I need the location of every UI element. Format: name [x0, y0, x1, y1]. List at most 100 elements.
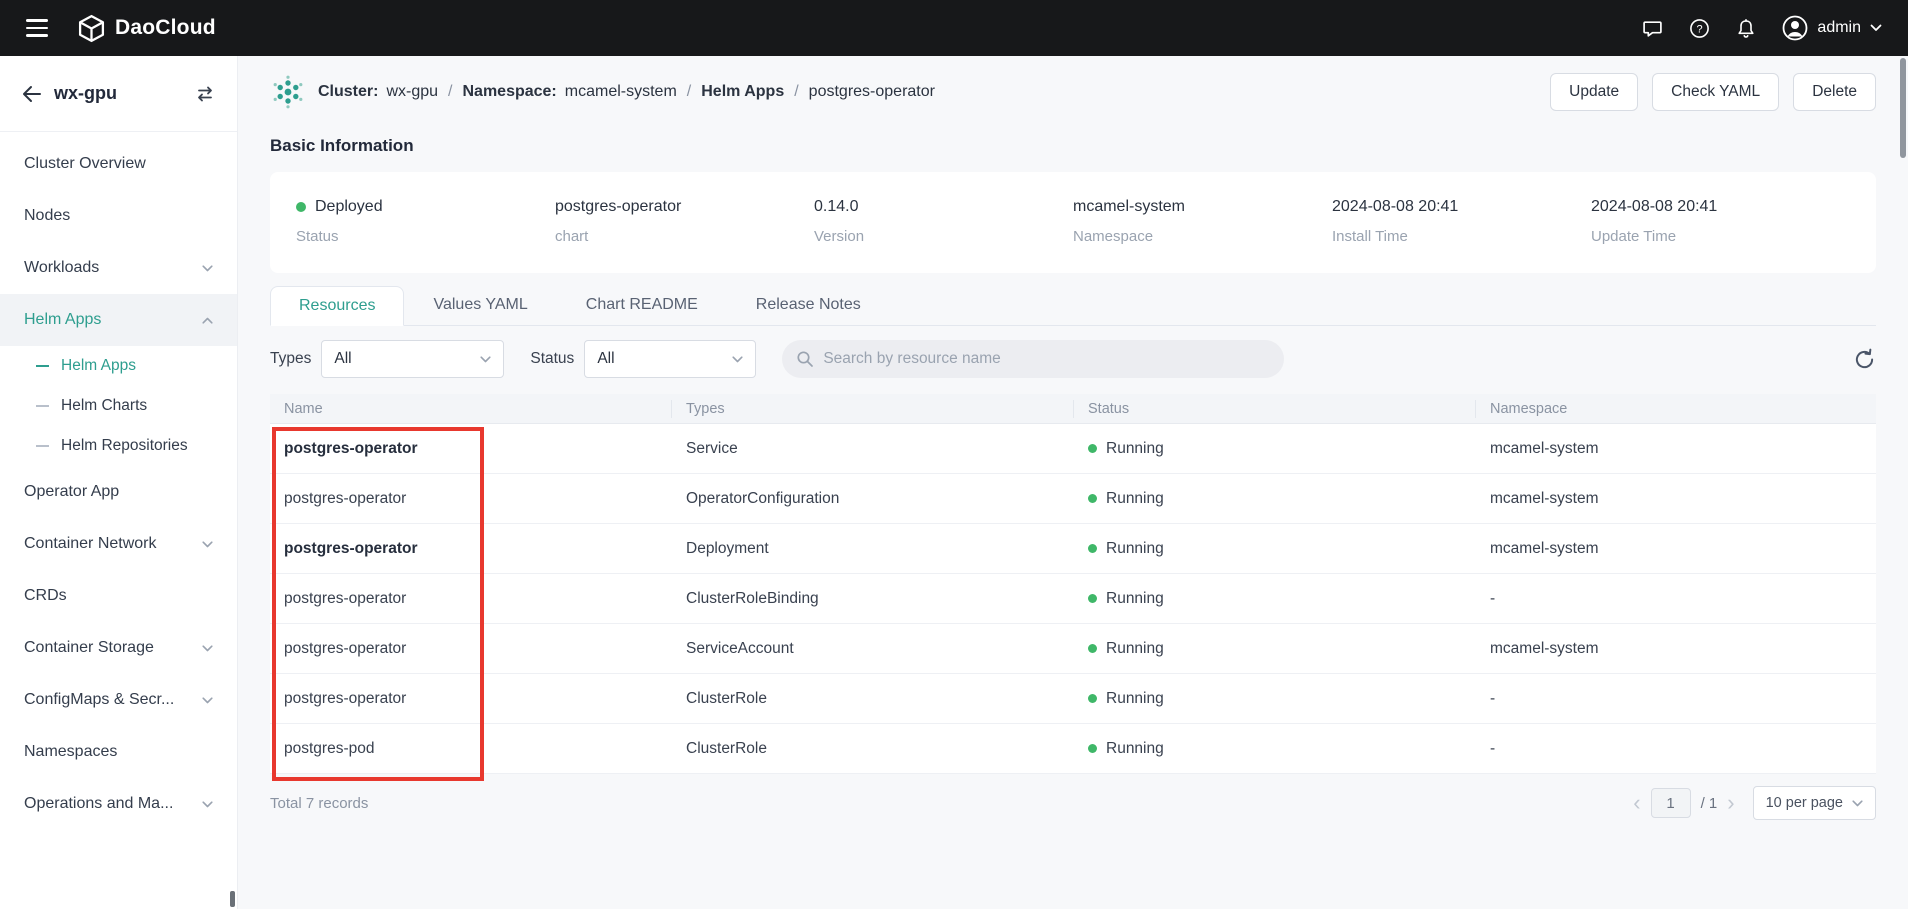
delete-button[interactable]: Delete — [1793, 73, 1876, 111]
table-row: postgres-operator ServiceAccount Running… — [270, 624, 1876, 674]
info-label: Status — [296, 228, 555, 245]
chevron-down-icon — [202, 645, 213, 652]
svg-text:?: ? — [1697, 23, 1703, 35]
cell-type: Service — [672, 440, 1074, 458]
breadcrumb-cluster-value[interactable]: wx-gpu — [386, 83, 438, 101]
menu-icon[interactable] — [26, 19, 48, 37]
info-field-version: 0.14.0 Version — [814, 198, 1073, 245]
tab-chart-readme[interactable]: Chart README — [557, 285, 727, 325]
chevron-down-icon — [480, 356, 491, 363]
status-text: Running — [1106, 640, 1164, 658]
sidebar-item-label: Workloads — [24, 259, 202, 277]
chat-icon[interactable] — [1642, 18, 1663, 39]
sidebar-header: wx-gpu — [0, 56, 237, 132]
sidebar-item-label: Operations and Ma... — [24, 795, 202, 813]
page-prev-icon[interactable]: ‹ — [1633, 792, 1640, 814]
topbar-right: ? admin — [1642, 15, 1882, 41]
cell-namespace: mcamel-system — [1476, 640, 1876, 658]
cell-status: Running — [1074, 490, 1476, 508]
page-scrollbar-thumb[interactable] — [1900, 58, 1906, 158]
tab-release-notes[interactable]: Release Notes — [727, 285, 890, 325]
topbar: DaoCloud ? — [0, 0, 1908, 56]
breadcrumb-separator: / — [448, 83, 452, 101]
sidebar-item-namespaces[interactable]: Namespaces — [0, 726, 237, 778]
sidebar-item-helm-apps[interactable]: Helm Apps — [0, 294, 237, 346]
sidebar-item-container-network[interactable]: Container Network — [0, 518, 237, 570]
tab-values-yaml[interactable]: Values YAML — [404, 285, 556, 325]
chevron-down-icon — [202, 541, 213, 548]
sidebar-item-operator-app[interactable]: Operator App — [0, 466, 237, 518]
sidebar-item-label: ConfigMaps & Secr... — [24, 691, 202, 709]
info-label: Update Time — [1591, 228, 1850, 245]
search-input[interactable] — [823, 350, 1270, 368]
info-field-update-time: 2024-08-08 20:41 Update Time — [1591, 198, 1850, 245]
check-yaml-button[interactable]: Check YAML — [1652, 73, 1779, 111]
cluster-icon — [270, 74, 306, 110]
brand[interactable]: DaoCloud — [78, 14, 216, 43]
breadcrumb-cluster-label: Cluster: — [318, 83, 378, 101]
tab-bar: Resources Values YAML Chart README Relea… — [270, 285, 1876, 326]
search-icon — [796, 350, 814, 368]
table-header: Name Types Status Namespace — [270, 394, 1876, 424]
info-label: chart — [555, 228, 814, 245]
chevron-down-icon — [1852, 800, 1863, 807]
search-box — [782, 340, 1284, 378]
cell-namespace: mcamel-system — [1476, 440, 1876, 458]
user-avatar-icon — [1782, 15, 1808, 41]
switch-cluster-icon[interactable] — [195, 85, 215, 103]
user-menu[interactable]: admin — [1782, 15, 1882, 41]
sidebar-item-workloads[interactable]: Workloads — [0, 242, 237, 294]
info-field-status: Deployed Status — [296, 198, 555, 245]
page-number-input[interactable] — [1651, 788, 1691, 818]
table-row: postgres-operator ClusterRoleBinding Run… — [270, 574, 1876, 624]
brand-name: DaoCloud — [115, 16, 216, 40]
status-dot — [1088, 694, 1097, 703]
per-page-select[interactable]: 10 per page — [1753, 786, 1876, 820]
cell-status: Running — [1074, 590, 1476, 608]
info-value: Deployed — [296, 198, 555, 216]
sidebar-item-crds[interactable]: CRDs — [0, 570, 237, 622]
column-header-status: Status — [1074, 400, 1476, 418]
sidebar-item-container-storage[interactable]: Container Storage — [0, 622, 237, 674]
update-button[interactable]: Update — [1550, 73, 1638, 111]
dash-icon — [36, 365, 49, 367]
chevron-up-icon — [202, 317, 213, 324]
tab-resources[interactable]: Resources — [270, 286, 404, 326]
sidebar-subitem-helm-charts[interactable]: Helm Charts — [0, 386, 237, 426]
status-text: Running — [1106, 590, 1164, 608]
sidebar-item-label: Namespaces — [24, 743, 213, 761]
sidebar-subitem-helm-repositories[interactable]: Helm Repositories — [0, 426, 237, 466]
sidebar-item-cluster-overview[interactable]: Cluster Overview — [0, 138, 237, 190]
status-text: Running — [1106, 690, 1164, 708]
page-next-icon[interactable]: › — [1727, 792, 1734, 814]
column-header-types: Types — [672, 400, 1074, 418]
cell-status: Running — [1074, 740, 1476, 758]
types-select[interactable]: All — [321, 340, 504, 378]
sidebar-item-configmaps-secrets[interactable]: ConfigMaps & Secr... — [0, 674, 237, 726]
breadcrumb-namespace-value: mcamel-system — [565, 83, 677, 101]
breadcrumb-helm-apps-link[interactable]: Helm Apps — [701, 83, 784, 101]
cell-namespace: - — [1476, 690, 1876, 708]
dash-icon — [36, 445, 49, 447]
refresh-icon[interactable] — [1853, 348, 1876, 371]
info-value-text: mcamel-system — [1073, 198, 1332, 216]
sidebar-item-nodes[interactable]: Nodes — [0, 190, 237, 242]
column-header-namespace: Namespace — [1476, 400, 1876, 418]
breadcrumb: Cluster: wx-gpu / Namespace: mcamel-syst… — [318, 83, 935, 101]
status-select[interactable]: All — [584, 340, 756, 378]
cell-name: postgres-operator — [270, 540, 672, 558]
sidebar-subitem-helm-apps[interactable]: Helm Apps — [0, 346, 237, 386]
help-icon[interactable]: ? — [1689, 18, 1710, 39]
sidebar-item-operations[interactable]: Operations and Ma... — [0, 778, 237, 830]
back-arrow-icon[interactable] — [22, 85, 42, 103]
bell-icon[interactable] — [1736, 18, 1756, 39]
status-dot — [1088, 644, 1097, 653]
sidebar-scrollbar-thumb[interactable] — [230, 891, 235, 907]
sidebar-item-label: Helm Apps — [24, 311, 202, 329]
info-field-chart: postgres-operator chart — [555, 198, 814, 245]
cell-namespace: - — [1476, 590, 1876, 608]
user-name: admin — [1817, 19, 1861, 37]
breadcrumb-separator: / — [687, 83, 691, 101]
chevron-down-icon — [202, 801, 213, 808]
pagination: ‹ / 1 › 10 per page — [1633, 786, 1876, 820]
